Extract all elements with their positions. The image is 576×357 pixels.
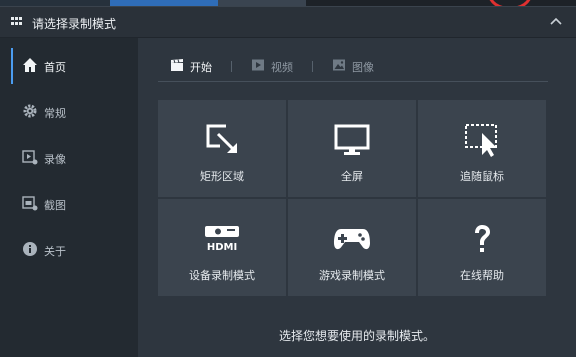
sidebar: 首页 常规 录像 截图 关于	[0, 38, 138, 357]
image-icon	[333, 59, 345, 71]
home-icon	[23, 58, 37, 72]
tile-online-help[interactable]: 在线帮助	[418, 199, 546, 296]
follow-mouse-icon	[465, 124, 497, 157]
sidebar-item-record[interactable]: 录像	[0, 136, 138, 182]
tab-start[interactable]: 开始	[170, 57, 220, 77]
sidebar-item-general[interactable]: 常规	[0, 90, 138, 136]
gamepad-icon	[334, 229, 370, 250]
tile-label: 全屏	[341, 170, 363, 183]
question-icon	[475, 225, 490, 252]
tile-label: 设备录制模式	[189, 269, 255, 282]
play-icon	[252, 59, 264, 71]
tab-image[interactable]: 图像	[332, 57, 382, 77]
tile-fullscreen[interactable]: 全屏	[288, 100, 416, 197]
tab-label: 图像	[352, 61, 374, 74]
monitor-icon	[334, 124, 370, 155]
video-record-icon	[22, 150, 38, 165]
tab-divider	[312, 61, 313, 72]
tab-label: 开始	[190, 61, 212, 74]
sidebar-item-label: 首页	[44, 61, 66, 74]
sidebar-item-label: 关于	[44, 245, 66, 258]
tile-device-record[interactable]: HDMI 设备录制模式	[158, 199, 286, 296]
sidebar-item-label: 常规	[44, 107, 66, 120]
title-bar: 请选择录制模式	[0, 7, 576, 38]
screenshot-icon	[22, 196, 38, 211]
sidebar-item-label: 截图	[44, 199, 66, 212]
tile-label: 游戏录制模式	[319, 269, 385, 282]
info-icon	[23, 242, 37, 256]
tile-follow-mouse[interactable]: 追随鼠标	[418, 100, 546, 197]
chevron-up-icon[interactable]	[550, 17, 562, 25]
grid-menu-icon[interactable]	[11, 17, 23, 27]
window-title: 请选择录制模式	[32, 17, 117, 31]
sidebar-item-about[interactable]: 关于	[0, 228, 138, 274]
sidebar-item-screenshot[interactable]: 截图	[0, 182, 138, 228]
tile-game-record[interactable]: 游戏录制模式	[288, 199, 416, 296]
tab-video[interactable]: 视频	[251, 57, 301, 77]
svg-text:HDMI: HDMI	[207, 242, 237, 253]
mode-tiles: 矩形区域 全屏 追随鼠标 HDMI 设备录制模式 游戏录制模式 在线帮助	[158, 100, 546, 296]
sidebar-item-label: 录像	[44, 153, 66, 166]
gear-icon	[23, 104, 37, 118]
recording-mode-window: 请选择录制模式 首页 常规 录像 截图 关于 开始 视频 图像 矩形区域 全屏 …	[0, 6, 576, 357]
tab-bar: 开始 视频 图像	[158, 51, 548, 82]
tile-label: 追随鼠标	[460, 170, 504, 183]
tile-rectangle-area[interactable]: 矩形区域	[158, 100, 286, 197]
instruction-text: 选择您想要使用的录制模式。	[278, 329, 435, 343]
rectangle-area-icon	[206, 124, 237, 153]
tile-label: 在线帮助	[460, 269, 504, 282]
clapperboard-icon	[171, 59, 183, 71]
sidebar-item-home[interactable]: 首页	[0, 44, 138, 90]
main-panel: 开始 视频 图像 矩形区域 全屏 追随鼠标 HDMI 设备录制模式 游戏录制模式…	[138, 38, 576, 357]
tab-divider	[231, 61, 232, 72]
hdmi-device-icon: HDMI	[205, 226, 239, 253]
tile-label: 矩形区域	[200, 170, 244, 183]
tab-label: 视频	[271, 61, 293, 74]
